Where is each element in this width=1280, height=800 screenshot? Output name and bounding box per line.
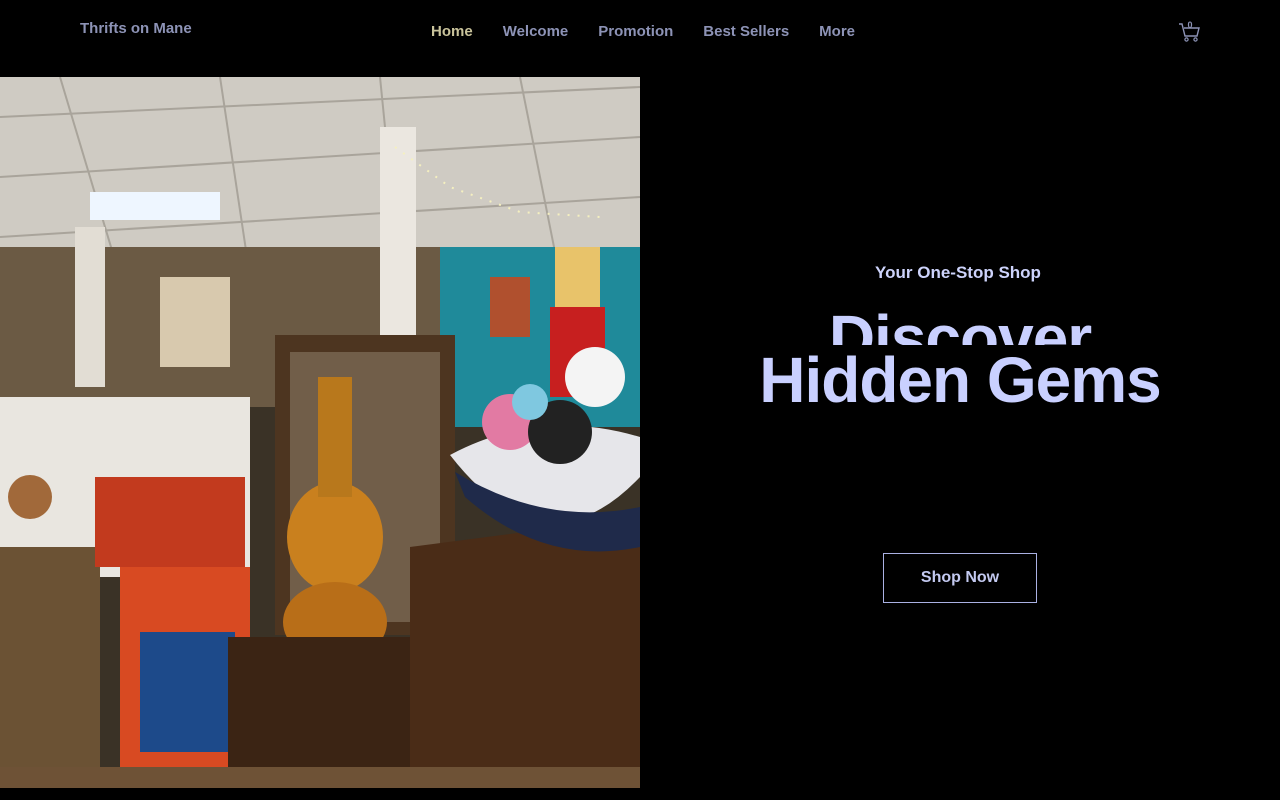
nav-more[interactable]: More bbox=[804, 22, 870, 42]
hero-headline: Discover Hidden Gems bbox=[640, 305, 1280, 415]
nav-home[interactable]: Home bbox=[416, 22, 488, 42]
cart-button[interactable]: 0 bbox=[1176, 18, 1202, 44]
hero-store-photo bbox=[0, 77, 640, 788]
hero-panel: Your One-Stop Shop Discover Hidden Gems … bbox=[640, 77, 1280, 788]
site-brand[interactable]: Thrifts on Mane bbox=[80, 20, 192, 37]
nav-promotion[interactable]: Promotion bbox=[583, 22, 688, 42]
nav-welcome[interactable]: Welcome bbox=[488, 22, 584, 42]
hero-eyebrow: Your One-Stop Shop bbox=[875, 263, 1041, 282]
main-nav: Home Welcome Promotion Best Sellers More bbox=[416, 22, 870, 42]
nav-best-sellers[interactable]: Best Sellers bbox=[688, 22, 804, 42]
hero-headline-line2: Hidden Gems bbox=[759, 344, 1162, 416]
hero-headline-line1: Discover bbox=[828, 305, 1092, 345]
shop-now-button[interactable]: Shop Now bbox=[883, 553, 1037, 603]
cart-count: 0 bbox=[1187, 20, 1193, 30]
site-header: Thrifts on Mane Home Welcome Promotion B… bbox=[0, 0, 1280, 77]
